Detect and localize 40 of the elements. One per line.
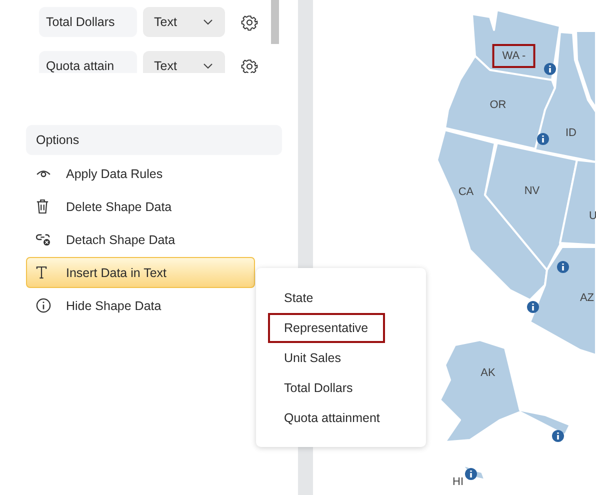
settings-icon[interactable]	[241, 58, 258, 73]
eye-icon	[36, 168, 51, 179]
options-header: Options	[26, 125, 282, 155]
chevron-down-icon	[203, 19, 213, 25]
menu-item[interactable]: Delete Shape Data	[26, 191, 255, 222]
field-name-input[interactable]: Quota attain	[39, 51, 137, 73]
menu-item[interactable]: Detach Shape Data	[26, 224, 255, 255]
state-label: HI	[452, 475, 464, 490]
state-label: AK	[480, 366, 496, 381]
state-label: NV	[523, 184, 541, 199]
menu-item[interactable]: Unit Sales	[268, 343, 385, 373]
state-label: U	[588, 209, 596, 224]
type-dropdown[interactable]: Text	[143, 51, 225, 73]
info-icon	[36, 298, 51, 313]
menu-item[interactable]: Apply Data Rules	[26, 158, 255, 189]
info-icon[interactable]	[465, 468, 477, 480]
menu-item[interactable]: Hide Shape Data	[26, 290, 255, 321]
state-label: CA	[457, 185, 475, 200]
menu-item[interactable]: Representative	[268, 313, 385, 343]
text-icon	[36, 266, 47, 279]
menu-item[interactable]: Total Dollars	[268, 373, 385, 403]
menu-item[interactable]: Insert Data in Text	[26, 257, 255, 288]
menu-item[interactable]: Quota attainment	[268, 403, 390, 433]
scrollbar-thumb[interactable]	[271, 0, 279, 44]
field-name-input[interactable]: Total Dollars	[39, 7, 137, 37]
menu-item[interactable]: State	[268, 283, 385, 313]
info-icon[interactable]	[537, 133, 549, 145]
info-icon[interactable]	[527, 301, 539, 313]
type-dropdown[interactable]: Text	[143, 7, 225, 37]
settings-icon[interactable]	[241, 14, 258, 30]
state-label: OR	[488, 98, 508, 113]
info-icon[interactable]	[544, 63, 556, 75]
state-label: WA -	[492, 44, 536, 68]
info-icon[interactable]	[557, 261, 569, 273]
trash-icon	[36, 199, 49, 214]
info-icon[interactable]	[552, 430, 564, 442]
state-label: AZ	[578, 291, 596, 306]
broken-link-icon	[36, 233, 51, 246]
state-label: ID	[564, 126, 578, 141]
chevron-down-icon	[203, 63, 213, 69]
